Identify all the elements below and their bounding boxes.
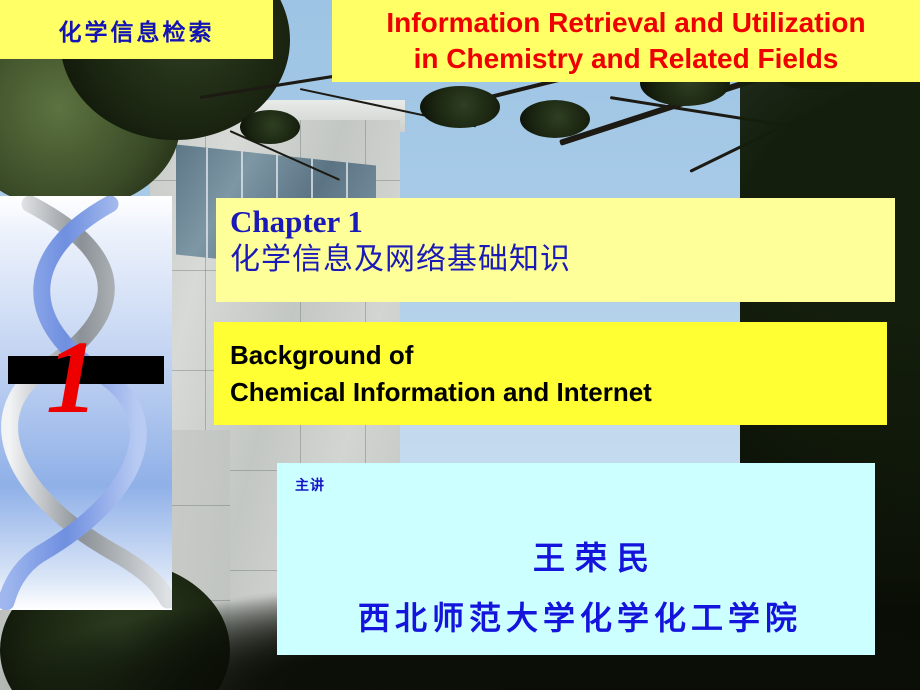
chapter-chinese-subtitle: 化学信息及网络基础知识 [230,242,571,278]
leaf-cluster [420,86,500,128]
leaf-cluster [240,110,300,144]
chinese-course-title: 化学信息检索 [58,19,215,46]
chinese-course-title-box: 化学信息检索 [0,0,280,66]
presenter-name: 王荣民 [532,539,659,577]
chapter-title-box: Chapter 1 化学信息及网络基础知识 [216,198,902,309]
chapter-number-label: 1 [46,320,98,435]
english-title-line-2: in Chemistry and Related Fields [413,43,839,74]
section-subtitle-line-2: Chemical Information and Internet [230,376,652,407]
chapter-label: Chapter 1 [230,204,363,239]
presenter-organization: 西北师范大学化学化工学院 [357,599,802,637]
section-subtitle-line-1: Background of [230,339,414,370]
presentation-slide: 1 化学信息检索 Information Retrieval and Utili… [0,0,920,690]
section-subtitle-box: Background of Chemical Information and I… [214,322,894,432]
presenter-info-box: 主讲 王荣民 西北师范大学化学化工学院 [277,463,882,662]
english-course-title-box: Information Retrieval and Utilization in… [332,0,920,89]
leaf-cluster [520,100,590,138]
presenter-label: 主讲 [295,478,325,494]
english-title-line-1: Information Retrieval and Utilization [386,7,866,39]
dna-double-helix-image: 1 [0,196,172,610]
